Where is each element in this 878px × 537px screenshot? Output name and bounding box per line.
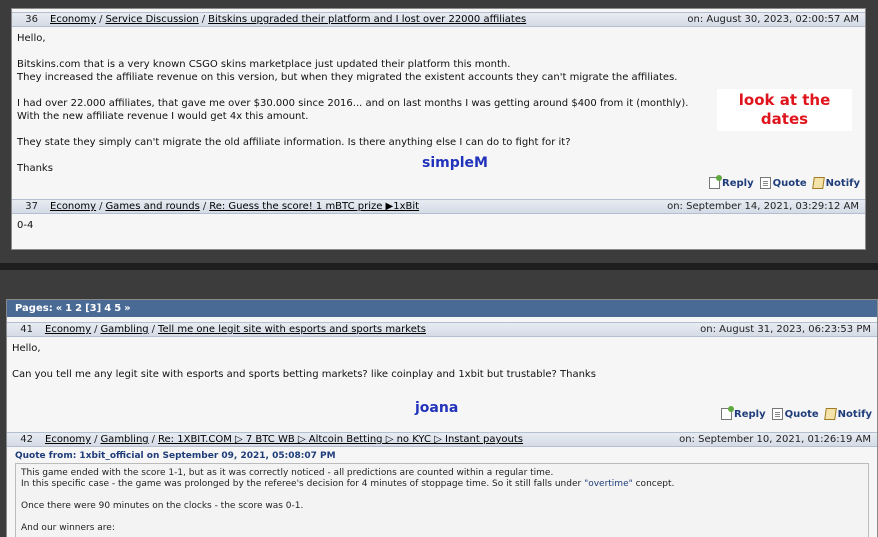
post-actions: Reply Quote Notify: [709, 175, 860, 189]
signature: simpleM: [422, 155, 488, 171]
notify-label: Notify: [825, 177, 860, 189]
quote-line: This game ended with the score 1-1, but …: [21, 468, 554, 478]
crumb-subboard[interactable]: Service Discussion: [105, 14, 198, 25]
post-date: on: August 31, 2023, 06:23:53 PM: [700, 324, 871, 335]
callout-line: look at the: [738, 91, 831, 109]
notify-label: Notify: [837, 408, 872, 420]
breadcrumb: Economy / Gambling / Re: 1XBIT.COM ▷ 7 BTC W…: [45, 434, 523, 445]
quote-button[interactable]: Quote: [759, 177, 807, 189]
bottom-forum-panel: Pages: « 1 2 [3] 4 5 » 41 Economy / Gambli…: [6, 299, 878, 537]
notify-button[interactable]: Notify: [823, 408, 872, 420]
page-link-4[interactable]: 4: [104, 303, 111, 314]
crumb-board[interactable]: Economy: [50, 14, 96, 25]
top-forum-panel: 36 Economy / Service Discussion / Bitskins u…: [11, 8, 866, 250]
reply-icon: [721, 406, 735, 420]
reply-icon: [709, 175, 723, 189]
post-number: 37: [25, 201, 38, 212]
quote-button[interactable]: Quote: [771, 408, 819, 420]
post-header: 37 Economy / Games and rounds / Re: Guess th…: [12, 199, 865, 214]
quote-spacer: [21, 490, 863, 501]
crumb-topic[interactable]: Tell me one legit site with esports and …: [158, 324, 426, 335]
page-next[interactable]: »: [124, 303, 130, 314]
post-line: Bitskins.com that is a very known CSGO s…: [17, 59, 511, 70]
post-line: [17, 45, 857, 58]
post-date: on: September 14, 2021, 03:29:12 AM: [667, 201, 859, 212]
quote-highlight: "overtime": [584, 479, 633, 489]
breadcrumb: Economy / Gambling / Tell me one legit site …: [45, 324, 427, 335]
quote-spacer: [21, 512, 863, 523]
quote-block: This game ended with the score 1-1, but …: [15, 463, 869, 537]
post-line: They state they simply can't migrate the…: [17, 137, 571, 148]
quote-icon: [771, 408, 783, 420]
post-line: Hello,: [17, 33, 46, 44]
quote-label: Quote: [772, 177, 807, 189]
post-date: on: September 10, 2021, 01:26:19 AM: [679, 434, 871, 445]
post-line: They increased the affiliate revenue on …: [17, 72, 678, 83]
post-line: 0-4: [17, 220, 34, 231]
pages-label: Pages:: [15, 303, 53, 314]
quote-text: In this specific case - the game was pro…: [21, 479, 585, 489]
quote-label: Quote: [784, 408, 819, 420]
post-header: 36 Economy / Service Discussion / Bitskins u…: [12, 12, 865, 27]
post-actions: Reply Quote Notify: [721, 406, 872, 420]
window-divider: [0, 263, 878, 270]
page-link-2[interactable]: 2: [75, 303, 82, 314]
post-date: on: August 30, 2023, 02:00:57 AM: [687, 14, 859, 25]
post-number: 42: [20, 434, 33, 445]
reply-label: Reply: [722, 177, 754, 189]
post-header: 41 Economy / Gambling / Tell me one legit si…: [7, 322, 877, 337]
notify-icon: [823, 408, 837, 420]
notify-button[interactable]: Notify: [811, 177, 860, 189]
post-number: 36: [25, 14, 38, 25]
post-body: 0-4: [17, 219, 857, 232]
crumb-subboard[interactable]: Games and rounds: [105, 201, 199, 212]
reply-button[interactable]: Reply: [709, 175, 754, 189]
breadcrumb: Economy / Service Discussion / Bitskins upgr…: [50, 14, 527, 25]
post-number: 41: [20, 324, 33, 335]
reply-button[interactable]: Reply: [721, 406, 766, 420]
page-link-5[interactable]: 5: [114, 303, 121, 314]
page-prev[interactable]: «: [56, 303, 62, 314]
notify-icon: [811, 177, 825, 189]
quote-line: In this specific case - the game was pro…: [21, 479, 863, 490]
callout-line: dates: [760, 110, 809, 128]
post-body: Hello, Can you tell me any legit site wi…: [12, 342, 869, 381]
crumb-topic[interactable]: Re: Guess the score! 1 mBTC prize ▶1xBit: [209, 201, 419, 212]
crumb-board[interactable]: Economy: [45, 324, 91, 335]
quote-line: And our winners are:: [21, 523, 115, 533]
crumb-subboard[interactable]: Gambling: [100, 434, 148, 445]
quote-text: concept.: [632, 479, 675, 489]
signature: joana: [415, 400, 459, 416]
annotation-callout: look at the dates: [717, 89, 852, 131]
crumb-topic[interactable]: Bitskins upgraded their platform and I l…: [208, 14, 526, 25]
crumb-board[interactable]: Economy: [50, 201, 96, 212]
page-link-1[interactable]: 1: [65, 303, 72, 314]
post-line: [12, 355, 869, 368]
pagination-bar: Pages: « 1 2 [3] 4 5 »: [7, 300, 877, 317]
crumb-board[interactable]: Economy: [45, 434, 91, 445]
quote-icon: [759, 177, 771, 189]
reply-label: Reply: [734, 408, 766, 420]
post-header: 42 Economy / Gambling / Re: 1XBIT.COM ▷ 7 BT…: [7, 432, 877, 447]
post-line: Hello,: [12, 343, 41, 354]
post-line: Can you tell me any legit site with espo…: [12, 369, 596, 380]
crumb-subboard[interactable]: Gambling: [100, 324, 148, 335]
quote-source-link[interactable]: Quote from: 1xbit_official on September …: [15, 451, 336, 461]
crumb-topic[interactable]: Re: 1XBIT.COM ▷ 7 BTC WB ▷ Altcoin Betti…: [158, 434, 523, 445]
breadcrumb: Economy / Games and rounds / Re: Guess the s…: [50, 201, 420, 212]
quote-line: Once there were 90 minutes on the clocks…: [21, 501, 304, 511]
page-current: [3]: [85, 303, 102, 314]
